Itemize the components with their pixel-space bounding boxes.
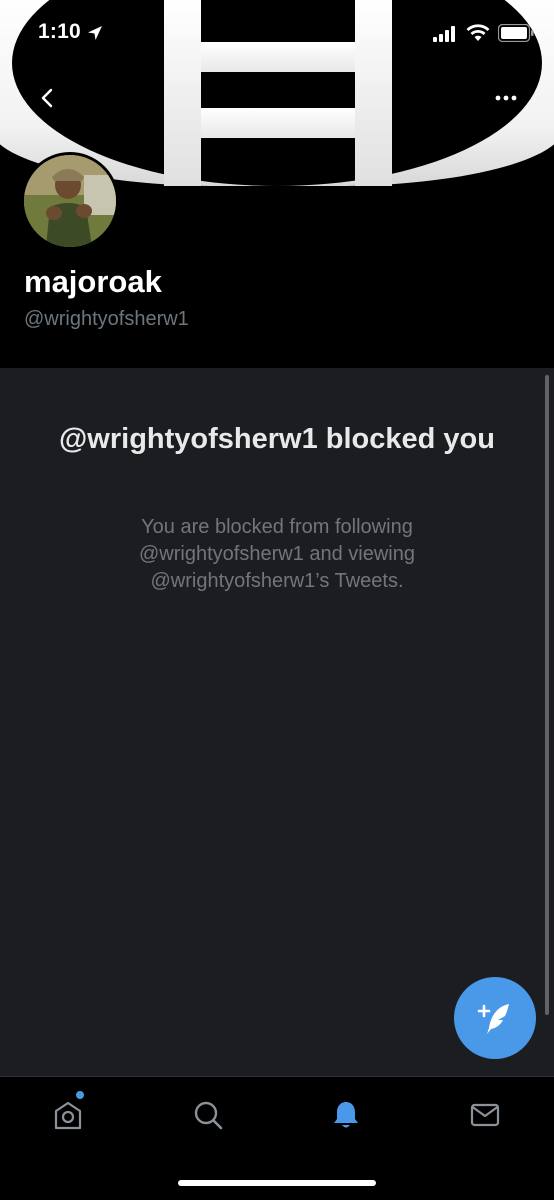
cellular-signal-icon (433, 26, 455, 42)
scrollbar[interactable] (545, 375, 549, 1015)
profile-display-name: majoroak (24, 264, 162, 299)
tab-messages[interactable] (465, 1095, 505, 1135)
compose-tweet-icon (477, 1004, 509, 1034)
avatar-photo (24, 155, 116, 247)
profile-handle: @wrightyofsherw1 (24, 308, 189, 330)
home-badge-dot (76, 1091, 84, 1099)
back-button[interactable] (27, 78, 67, 118)
home-icon (54, 1101, 82, 1130)
blocked-panel (0, 368, 554, 1076)
location-arrow-icon (88, 26, 102, 40)
mail-icon (470, 1103, 500, 1127)
battery-icon (498, 24, 534, 42)
tab-home[interactable] (48, 1095, 88, 1135)
tab-search[interactable] (188, 1095, 228, 1135)
profile-avatar[interactable] (21, 152, 119, 250)
more-options-button[interactable] (486, 78, 526, 118)
home-indicator[interactable] (178, 1180, 376, 1186)
wifi-icon (466, 24, 490, 41)
status-time: 1:10 (38, 20, 81, 43)
search-icon (194, 1101, 223, 1130)
bell-icon (334, 1102, 358, 1128)
tab-notifications[interactable] (326, 1095, 366, 1135)
blocked-title: @wrightyofsherw1 blocked you (59, 423, 495, 455)
chevron-left-icon (41, 88, 53, 108)
compose-tweet-button[interactable] (454, 977, 536, 1059)
more-dots-icon (495, 95, 517, 101)
status-bar: 1:10 (0, 0, 554, 64)
blocked-description: You are blocked from following @wrightyo… (139, 516, 415, 592)
